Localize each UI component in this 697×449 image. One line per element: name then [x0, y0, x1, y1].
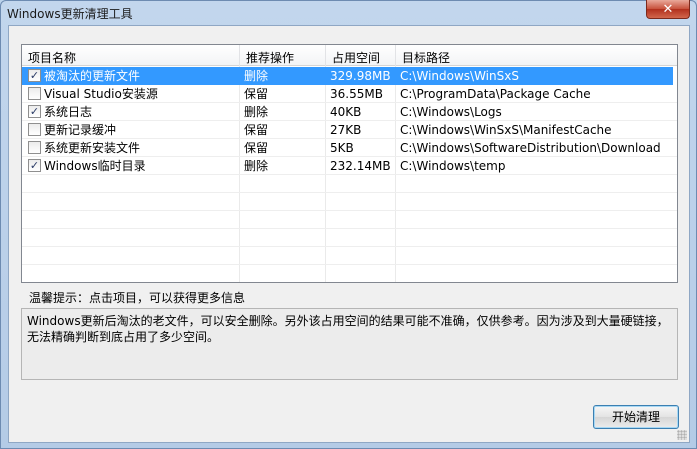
table-row[interactable]: ✓ Windows临时目录 删除 232.14MB C:\Windows\tem… — [22, 157, 673, 175]
start-cleanup-button[interactable]: 开始清理 — [593, 405, 679, 429]
column-header-size[interactable]: 占用空间 — [326, 45, 396, 66]
item-size: 329.98MB — [330, 69, 391, 83]
client-area: 项目名称 推荐操作 占用空间 目标路径 ✓ 被淘汰的更新文件 删除 329.98… — [8, 25, 690, 443]
item-name: 更新记录缓冲 — [44, 123, 117, 137]
item-path: C:\Windows\SoftwareDistribution\Download — [400, 141, 661, 155]
item-size: 5KB — [330, 141, 354, 155]
item-name: Windows临时目录 — [44, 159, 146, 173]
column-header-path[interactable]: 目标路径 — [396, 45, 677, 66]
app-window: Windows更新清理工具 ✕ 项目名称 推荐操作 占用空间 目标路径 ✓ 被淘… — [0, 0, 697, 449]
item-name: 系统更新安装文件 — [44, 141, 141, 155]
close-button[interactable]: ✕ — [646, 0, 690, 19]
list-header: 项目名称 推荐操作 占用空间 目标路径 — [22, 45, 677, 66]
item-action: 删除 — [244, 159, 269, 173]
item-path: C:\ProgramData\Package Cache — [400, 87, 591, 101]
window-title: Windows更新清理工具 — [7, 7, 133, 21]
items-list[interactable]: 项目名称 推荐操作 占用空间 目标路径 ✓ 被淘汰的更新文件 删除 329.98… — [21, 44, 678, 283]
table-row[interactable]: Visual Studio安装源 保留 36.55MB C:\ProgramDa… — [22, 85, 673, 103]
table-row[interactable]: ✓ 被淘汰的更新文件 删除 329.98MB C:\Windows\WinSxS — [22, 67, 673, 85]
row-divider — [22, 264, 677, 265]
row-checkbox[interactable]: ✓ — [28, 69, 41, 82]
item-name: Visual Studio安装源 — [44, 87, 158, 101]
resize-grip-icon[interactable] — [677, 430, 687, 440]
item-action: 删除 — [244, 69, 269, 83]
item-action: 保留 — [244, 87, 269, 101]
item-path: C:\Windows\temp — [400, 159, 506, 173]
item-size: 36.55MB — [330, 87, 383, 101]
table-row[interactable]: 系统更新安装文件 保留 5KB C:\Windows\SoftwareDistr… — [22, 139, 673, 157]
row-divider — [22, 228, 677, 229]
table-row[interactable]: 更新记录缓冲 保留 27KB C:\Windows\WinSxS\Manifes… — [22, 121, 673, 139]
item-size: 232.14MB — [330, 159, 391, 173]
row-checkbox[interactable]: ✓ — [28, 105, 41, 118]
item-name: 系统日志 — [44, 105, 93, 119]
item-path: C:\Windows\WinSxS — [400, 69, 519, 83]
item-action: 保留 — [244, 141, 269, 155]
table-row[interactable]: ✓ 系统日志 删除 40KB C:\Windows\Logs — [22, 103, 673, 121]
item-name: 被淘汰的更新文件 — [44, 69, 141, 83]
description-box: Windows更新后淘汰的老文件，可以安全删除。另外该占用空间的结果可能不准确，… — [21, 308, 678, 380]
title-bar: Windows更新清理工具 ✕ — [1, 0, 696, 25]
item-size: 40KB — [330, 105, 362, 119]
hint-label: 温馨提示：点击项目，可以获得更多信息 — [29, 291, 246, 305]
close-icon: ✕ — [662, 1, 674, 17]
item-path: C:\Windows\WinSxS\ManifestCache — [400, 123, 612, 137]
row-divider — [22, 246, 677, 247]
row-checkbox[interactable] — [28, 87, 41, 100]
row-divider — [22, 210, 677, 211]
item-action: 删除 — [244, 105, 269, 119]
row-checkbox[interactable] — [28, 123, 41, 136]
item-action: 保留 — [244, 123, 269, 137]
item-size: 27KB — [330, 123, 362, 137]
row-checkbox[interactable] — [28, 141, 41, 154]
row-checkbox[interactable]: ✓ — [28, 159, 41, 172]
row-divider — [22, 192, 677, 193]
column-header-action[interactable]: 推荐操作 — [240, 45, 326, 66]
item-path: C:\Windows\Logs — [400, 105, 502, 119]
column-header-name[interactable]: 项目名称 — [22, 45, 240, 66]
